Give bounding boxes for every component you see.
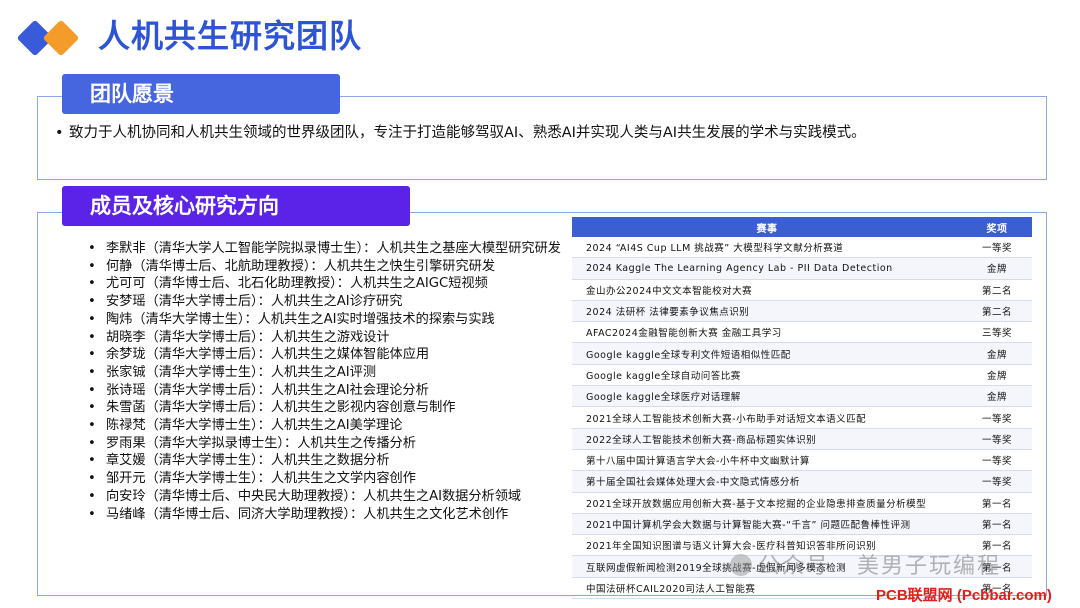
- award-cell: 金牌: [962, 385, 1032, 408]
- event-cell: 2021中国计算机学会大数据与计算智能大赛-“千言” 问题匹配鲁棒性评测: [572, 513, 962, 536]
- award-cell: 一等奖: [962, 470, 1032, 493]
- table-row: Google kaggle全球专利文件短语相似性匹配 金牌: [572, 342, 1032, 365]
- table-row: 第十届全国社会媒体处理大会-中文隐式情感分析 一等奖: [572, 470, 1032, 493]
- list-item: 何静（清华博士后、北航助理教授）：人机共生之快生引擎研究研发: [88, 258, 561, 276]
- list-item: 陈禄梵（清华大学博士生）：人机共生之AI美学理论: [88, 417, 561, 435]
- list-item: 朱雪菡（清华大学博士后）：人机共生之影视内容创意与制作: [88, 399, 561, 417]
- table-row: 2021全球开放数据应用创新大赛-基于文本挖掘的企业隐患排查质量分析模型 第一名: [572, 492, 1032, 514]
- list-item: 马绪峰（清华博士后、同济大学助理教授）：人机共生之文化艺术创作: [88, 506, 561, 524]
- event-cell: 2021全球人工智能技术创新大赛-小布助手对话短文本语义匹配: [572, 406, 962, 429]
- table-header-row: 赛事 奖项: [572, 217, 1032, 237]
- award-cell: 金牌: [962, 257, 1032, 280]
- table-row: 金山办公2024中文文本智能校对大赛 第二名: [572, 279, 1032, 301]
- list-item: 胡晓李（清华大学博士后）：人机共生之游戏设计: [88, 329, 561, 347]
- event-cell: 2024 “AI4S Cup LLM 挑战赛” 大模型科学文献分析赛道: [572, 237, 962, 259]
- table-row: 2024 法研杯 法律要素争议焦点识别 第二名: [572, 300, 1032, 323]
- event-cell: 第十届全国社会媒体处理大会-中文隐式情感分析: [572, 470, 962, 493]
- table-row: 2024 Kaggle The Learning Agency Lab - PI…: [572, 257, 1032, 280]
- site-badge: PCB联盟网 (Pcbbar.com): [876, 587, 1052, 604]
- award-cell: 一等奖: [962, 237, 1032, 259]
- awards-table: 赛事 奖项 2024 “AI4S Cup LLM 挑战赛” 大模型科学文献分析赛…: [572, 217, 1032, 600]
- event-cell: 第十八届中国计算语言学大会-小牛杯中文幽默计算: [572, 449, 962, 472]
- list-item: 章艾媛（清华大学博士生）：人机共生之数据分析: [88, 452, 561, 470]
- award-cell: 第二名: [962, 279, 1032, 301]
- column-header-event: 赛事: [572, 217, 962, 237]
- award-cell: 第一名: [962, 492, 1032, 514]
- award-cell: 金牌: [962, 342, 1032, 365]
- table-row: 第十八届中国计算语言学大会-小牛杯中文幽默计算 一等奖: [572, 449, 1032, 472]
- list-item: 安梦瑶（清华大学博士后）：人机共生之AI诊疗研究: [88, 293, 561, 311]
- vision-text-line: • 致力于人机协同和人机共生领域的世界级团队，专注于打造能够驾驭AI、熟悉AI并实…: [55, 122, 866, 144]
- table-row: 2024 “AI4S Cup LLM 挑战赛” 大模型科学文献分析赛道 一等奖: [572, 237, 1032, 259]
- table-row: 2022全球人工智能技术创新大赛-商品标题实体识别 一等奖: [572, 428, 1032, 450]
- table-row: AFAC2024金融智能创新大赛 金融工具学习 三等奖: [572, 321, 1032, 344]
- list-item: 李默非（清华大学人工智能学院拟录博士生）：人机共生之基座大模型研究研发: [88, 240, 561, 258]
- wechat-icon: [730, 554, 752, 576]
- table-row: Google kaggle全球自动问答比赛 金牌: [572, 364, 1032, 387]
- event-cell: Google kaggle全球专利文件短语相似性匹配: [572, 342, 962, 365]
- event-cell: 金山办公2024中文文本智能校对大赛: [572, 279, 962, 301]
- vision-heading: 团队愿景: [62, 74, 340, 114]
- award-cell: 一等奖: [962, 449, 1032, 472]
- list-item: 邹开元（清华大学博士生）：人机共生之文学内容创作: [88, 470, 561, 488]
- award-cell: 一等奖: [962, 428, 1032, 450]
- column-header-award: 奖项: [962, 217, 1032, 237]
- table-row: 2021全球人工智能技术创新大赛-小布助手对话短文本语义匹配 一等奖: [572, 406, 1032, 429]
- vision-text: 致力于人机协同和人机共生领域的世界级团队，专注于打造能够驾驭AI、熟悉AI并实现…: [69, 125, 866, 141]
- table-row: Google kaggle全球医疗对话理解 金牌: [572, 385, 1032, 408]
- event-cell: 2022全球人工智能技术创新大赛-商品标题实体识别: [572, 428, 962, 450]
- list-item: 张家铖（清华大学博士生）：人机共生之AI评测: [88, 364, 561, 382]
- bullet-icon: •: [55, 125, 64, 141]
- event-cell: Google kaggle全球医疗对话理解: [572, 385, 962, 408]
- list-item: 罗雨果（清华大学拟录博士生）：人机共生之传播分析: [88, 435, 561, 453]
- list-item: 余梦珑（清华大学博士后）：人机共生之媒体智能体应用: [88, 346, 561, 364]
- watermark: 公众号 · 美男子玩编程: [730, 548, 1001, 580]
- members-heading: 成员及核心研究方向: [62, 186, 410, 226]
- logo-diamonds: [14, 18, 86, 58]
- list-item: 向安玲（清华博士后、中央民大助理教授）：人机共生之AI数据分析领域: [88, 488, 561, 506]
- event-cell: 2024 Kaggle The Learning Agency Lab - PI…: [572, 257, 962, 280]
- table-row: 2021中国计算机学会大数据与计算智能大赛-“千言” 问题匹配鲁棒性评测 第一名: [572, 513, 1032, 536]
- award-cell: 金牌: [962, 364, 1032, 387]
- list-item: 陶炜（清华大学博士生）：人机共生之AI实时增强技术的探索与实践: [88, 311, 561, 329]
- event-cell: Google kaggle全球自动问答比赛: [572, 364, 962, 387]
- page-title: 人机共生研究团队: [98, 17, 363, 55]
- award-cell: 三等奖: [962, 321, 1032, 344]
- event-cell: 2021全球开放数据应用创新大赛-基于文本挖掘的企业隐患排查质量分析模型: [572, 492, 962, 514]
- list-item: 尤可可（清华博士后、北石化助理教授）：人机共生之AIGC短视频: [88, 275, 561, 293]
- event-cell: AFAC2024金融智能创新大赛 金融工具学习: [572, 321, 962, 344]
- members-list: 李默非（清华大学人工智能学院拟录博士生）：人机共生之基座大模型研究研发 何静（清…: [88, 240, 561, 523]
- award-cell: 第二名: [962, 300, 1032, 323]
- orange-diamond-icon: [42, 19, 80, 57]
- award-cell: 第一名: [962, 513, 1032, 536]
- event-cell: 2024 法研杯 法律要素争议焦点识别: [572, 300, 962, 323]
- list-item: 张诗瑶（清华大学博士后）：人机共生之AI社会理论分析: [88, 382, 561, 400]
- watermark-text: 公众号 · 美男子玩编程: [758, 554, 1001, 579]
- award-cell: 一等奖: [962, 406, 1032, 429]
